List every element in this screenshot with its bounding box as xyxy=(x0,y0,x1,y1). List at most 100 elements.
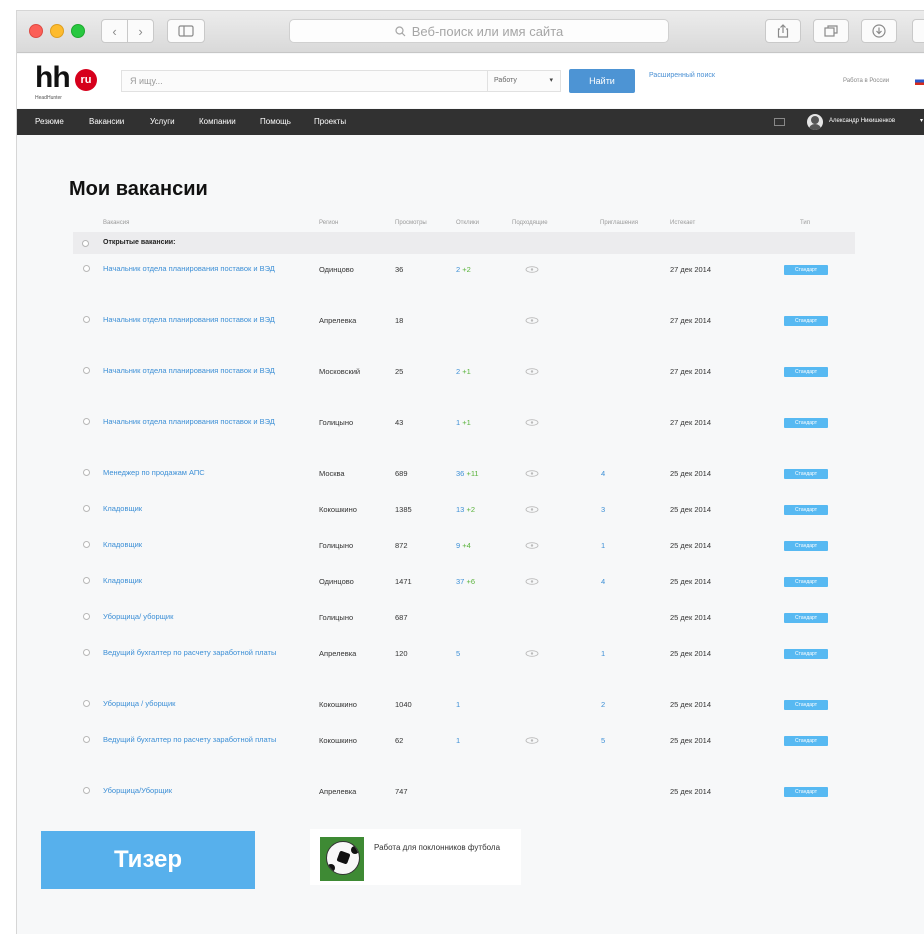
search-type-select[interactable]: Работу ▾ xyxy=(487,70,561,92)
column-header-invitations[interactable]: Приглашения xyxy=(600,220,638,226)
column-header-vacancy[interactable]: Вакансия xyxy=(103,220,129,226)
vacancy-type-badge[interactable]: Стандарт xyxy=(784,541,828,551)
eye-icon[interactable] xyxy=(525,737,539,744)
vacancy-title-link[interactable]: Менеджер по продажам АПС xyxy=(103,466,303,479)
vacancy-title-link[interactable]: Уборщица/ уборщик xyxy=(103,610,303,623)
vacancy-type-badge[interactable]: Стандарт xyxy=(784,505,828,515)
row-checkbox[interactable] xyxy=(83,541,90,548)
close-window-button[interactable] xyxy=(29,24,43,38)
vacancy-type-badge[interactable]: Стандарт xyxy=(784,418,828,428)
nav-item-projects[interactable]: Проекты xyxy=(314,117,346,126)
eye-icon[interactable] xyxy=(525,419,539,426)
teaser-button[interactable]: Тизер xyxy=(41,831,255,889)
vacancy-invitations-link[interactable]: 3 xyxy=(601,505,605,514)
vacancy-title-link[interactable]: Начальник отдела планирования поставок и… xyxy=(103,415,303,428)
user-name[interactable]: Александр Никишенков xyxy=(829,118,895,124)
advanced-search-link[interactable]: Расширенный поиск xyxy=(649,72,719,80)
vacancy-invitations-link[interactable]: 1 xyxy=(601,649,605,658)
vacancy-title-link[interactable]: Начальник отдела планирования поставок и… xyxy=(103,262,303,275)
vacancy-invitations-link[interactable]: 1 xyxy=(601,541,605,550)
row-checkbox[interactable] xyxy=(83,418,90,425)
vacancy-type-badge[interactable]: Стандарт xyxy=(784,700,828,710)
vacancy-invitations-link[interactable]: 2 xyxy=(601,700,605,709)
vacancy-title-link[interactable]: Уборщица / уборщик xyxy=(103,697,303,710)
vacancy-title-link[interactable]: Начальник отдела планирования поставок и… xyxy=(103,364,303,377)
zoom-window-button[interactable] xyxy=(71,24,85,38)
column-header-expires[interactable]: Истекает xyxy=(670,220,695,226)
back-button[interactable]: ‹ xyxy=(101,19,128,43)
column-header-views[interactable]: Просмотры xyxy=(395,220,427,226)
nav-item-vacancies[interactable]: Вакансии xyxy=(89,117,124,126)
extension-button[interactable] xyxy=(912,19,924,43)
vacancy-responses-link[interactable]: 5 xyxy=(456,649,460,658)
vacancy-type-badge[interactable]: Стандарт xyxy=(784,649,828,659)
column-header-responses[interactable]: Отклики xyxy=(456,220,479,226)
vacancy-title-link[interactable]: Начальник отдела планирования поставок и… xyxy=(103,313,303,326)
eye-icon[interactable] xyxy=(525,650,539,657)
vacancy-title-link[interactable]: Кладовщик xyxy=(103,574,303,587)
row-checkbox[interactable] xyxy=(83,736,90,743)
eye-icon[interactable] xyxy=(525,506,539,513)
avatar[interactable] xyxy=(807,114,823,130)
vacancy-responses-link[interactable]: 2 +1 xyxy=(456,367,471,376)
mail-icon[interactable] xyxy=(774,118,785,126)
row-checkbox[interactable] xyxy=(83,469,90,476)
eye-icon[interactable] xyxy=(525,317,539,324)
nav-item-help[interactable]: Помощь xyxy=(260,117,291,126)
teaser-card[interactable]: Работа для поклонников футбола xyxy=(310,829,521,885)
minimize-window-button[interactable] xyxy=(50,24,64,38)
sidebar-button[interactable] xyxy=(167,19,205,43)
vacancy-type-badge[interactable]: Стандарт xyxy=(784,787,828,797)
eye-icon[interactable] xyxy=(525,578,539,585)
vacancy-responses-link[interactable]: 2 +2 xyxy=(456,265,471,274)
vacancy-type-badge[interactable]: Стандарт xyxy=(784,316,828,326)
vacancy-responses-link[interactable]: 1 +1 xyxy=(456,418,471,427)
column-header-suitable[interactable]: Подходящие xyxy=(512,220,548,226)
vacancy-invitations-link[interactable]: 5 xyxy=(601,736,605,745)
vacancy-title-link[interactable]: Ведущий бухгалтер по расчету заработной … xyxy=(103,733,303,746)
vacancy-title-link[interactable]: Кладовщик xyxy=(103,502,303,515)
vacancy-invitations-link[interactable]: 4 xyxy=(601,577,605,586)
vacancy-type-badge[interactable]: Стандарт xyxy=(784,736,828,746)
row-checkbox[interactable] xyxy=(83,700,90,707)
vacancy-type-badge[interactable]: Стандарт xyxy=(784,613,828,623)
row-checkbox[interactable] xyxy=(83,367,90,374)
address-bar[interactable]: Веб-поиск или имя сайта xyxy=(289,19,669,43)
eye-icon[interactable] xyxy=(525,266,539,273)
vacancy-responses-link[interactable]: 37 +6 xyxy=(456,577,475,586)
row-checkbox[interactable] xyxy=(83,505,90,512)
vacancy-type-badge[interactable]: Стандарт xyxy=(784,469,828,479)
row-checkbox[interactable] xyxy=(83,613,90,620)
tabs-button[interactable] xyxy=(813,19,849,43)
row-checkbox[interactable] xyxy=(83,787,90,794)
teaser-text[interactable]: Работа для поклонников футбола xyxy=(374,841,514,854)
nav-item-resume[interactable]: Резюме xyxy=(35,117,64,126)
vacancy-responses-link[interactable]: 13 +2 xyxy=(456,505,475,514)
row-checkbox[interactable] xyxy=(83,265,90,272)
row-checkbox[interactable] xyxy=(83,649,90,656)
vacancy-title-link[interactable]: Уборщица/Уборщик xyxy=(103,784,303,797)
vacancy-type-badge[interactable]: Стандарт xyxy=(784,577,828,587)
vacancy-title-link[interactable]: Кладовщик xyxy=(103,538,303,551)
caret-down-icon[interactable]: ▾ xyxy=(920,117,923,124)
vacancy-title-link[interactable]: Ведущий бухгалтер по расчету заработной … xyxy=(103,646,303,659)
eye-icon[interactable] xyxy=(525,542,539,549)
vacancy-type-badge[interactable]: Стандарт xyxy=(784,367,828,377)
vacancy-responses-link[interactable]: 36 +11 xyxy=(456,469,479,478)
forward-button[interactable]: › xyxy=(127,19,154,43)
vacancy-responses-link[interactable]: 1 xyxy=(456,736,460,745)
region-link[interactable]: Работа в России xyxy=(843,78,889,84)
column-header-type[interactable]: Тип xyxy=(800,220,810,226)
hh-logo[interactable]: hh ru HeadHunter xyxy=(35,63,105,101)
nav-item-companies[interactable]: Компании xyxy=(199,117,236,126)
column-header-region[interactable]: Регион xyxy=(319,220,338,226)
find-button[interactable]: Найти xyxy=(569,69,635,93)
vacancy-type-badge[interactable]: Стандарт xyxy=(784,265,828,275)
share-button[interactable] xyxy=(765,19,801,43)
eye-icon[interactable] xyxy=(525,470,539,477)
vacancy-responses-link[interactable]: 1 xyxy=(456,700,460,709)
group-checkbox[interactable] xyxy=(82,240,89,247)
nav-item-services[interactable]: Услуги xyxy=(150,117,175,126)
vacancy-invitations-link[interactable]: 4 xyxy=(601,469,605,478)
downloads-button[interactable] xyxy=(861,19,897,43)
